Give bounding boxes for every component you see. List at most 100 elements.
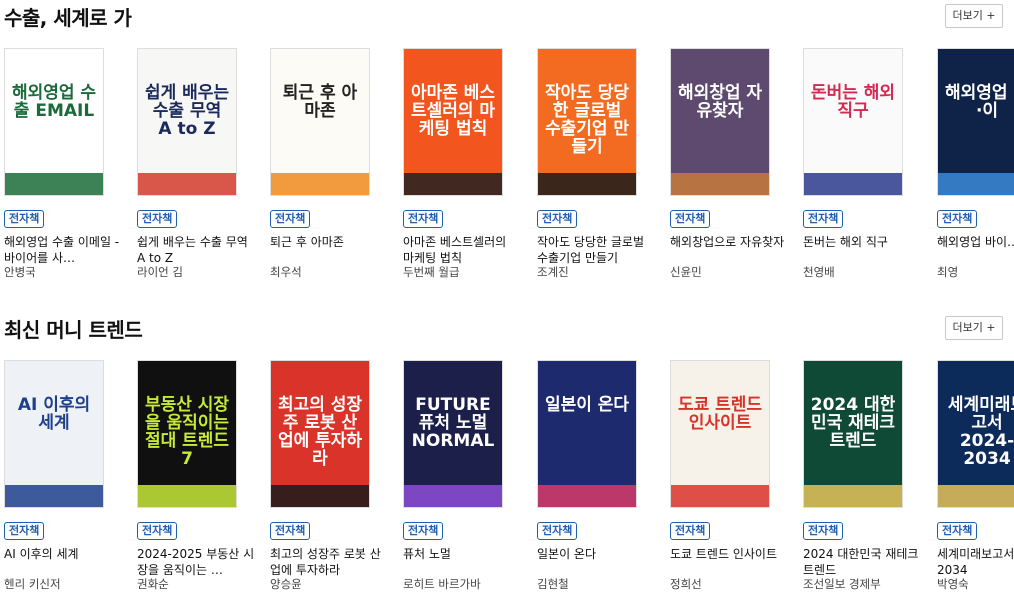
- ebook-badge: 전자책: [4, 210, 45, 228]
- book-author[interactable]: 권화순: [137, 576, 255, 592]
- book-card[interactable]: FUTURE 퓨처 노멀 NORMAL 전자책퓨처 노멀로히트 바르가바: [403, 360, 529, 594]
- book-card[interactable]: 부동산 시장을 움직이는 절대 트렌드 7 전자책 2024-2025 부동산 시장…: [137, 360, 263, 594]
- book-title[interactable]: 작아도 당당한 글로벌 수출기업 만들기: [537, 234, 655, 266]
- book-cover[interactable]: 세계미래보고서 2024-2034: [937, 360, 1014, 508]
- cover-title: 도쿄 트렌드 인사이트: [677, 395, 763, 433]
- book-card[interactable]: 돈버는 해외직구 전자책 돈버는 해외 직구 천영배: [803, 48, 929, 288]
- book-author[interactable]: 조계진: [537, 264, 655, 280]
- book-card[interactable]: 작아도 당당한 글로벌 수출기업 만들기 전자책 작아도 당당한 글로벌 수출기업 …: [537, 48, 663, 288]
- ebook-badge: 전자책: [670, 210, 711, 228]
- ebook-badge: 전자책: [937, 210, 978, 228]
- book-author[interactable]: 조선일보 경제부: [803, 576, 921, 592]
- cover-accent: [938, 485, 1014, 507]
- cover-title: 일본이 온다: [544, 395, 630, 415]
- book-title[interactable]: 도쿄 트렌드 인사이트: [670, 546, 788, 562]
- book-card[interactable]: 2024 대한민국 재테크 트렌드 전자책 2024 대한민국 재테크 트렌드 조선일…: [803, 360, 929, 594]
- cover-title: FUTURE 퓨처 노멀 NORMAL: [411, 395, 495, 451]
- book-card[interactable]: 해외영업 수출 EMAIL 전자책해외영업 수출 이메일 - 바이어를 사… 안병국: [4, 48, 130, 288]
- cover-title: AI 이후의 세계: [17, 395, 91, 433]
- book-title[interactable]: 아마존 베스트셀러의 마케팅 법칙: [403, 234, 521, 266]
- ebook-badge: 전자책: [137, 210, 178, 228]
- cover-accent: [271, 173, 369, 195]
- book-card[interactable]: 도쿄 트렌드 인사이트 전자책 도쿄 트렌드 인사이트 정희선: [670, 360, 796, 594]
- book-carousel: AI 이후의 세계 전자책 AI 이후의 세계 헨리 키신저 부동산 시장을 움직이는 …: [0, 360, 1014, 594]
- book-author[interactable]: 박영숙: [937, 576, 1014, 592]
- book-title[interactable]: 2024-2025 부동산 시장을 움직이는 …: [137, 546, 255, 578]
- more-button[interactable]: 더보기 +: [945, 4, 1003, 28]
- ebook-badge: 전자책: [403, 522, 444, 540]
- book-card[interactable]: 일본이 온다 전자책 일본이 온다 김현철: [537, 360, 663, 594]
- book-author[interactable]: 최영: [937, 264, 1014, 280]
- book-card[interactable]: 최고의 성장주 로봇 산업에 투자하라 전자책 최고의 성장주 로봇 산업에 투자하…: [270, 360, 396, 594]
- book-cover[interactable]: 해외창업 자유찾자: [670, 48, 770, 196]
- cover-accent: [138, 173, 236, 195]
- ebook-badge: 전자책: [270, 210, 311, 228]
- cover-title: 해외영업 바·이: [944, 83, 1014, 121]
- book-author[interactable]: 안병국: [4, 264, 122, 280]
- cover-accent: [804, 173, 902, 195]
- book-card[interactable]: 세계미래보고서 2024-2034전자책세계미래보고서 2024-2034박영숙: [937, 360, 1014, 594]
- book-cover[interactable]: 도쿄 트렌드 인사이트: [670, 360, 770, 508]
- book-cover[interactable]: AI 이후의 세계: [4, 360, 104, 508]
- book-cover[interactable]: 부동산 시장을 움직이는 절대 트렌드 7: [137, 360, 237, 508]
- book-title[interactable]: 해외영업 수출 이메일 - 바이어를 사…: [4, 234, 122, 266]
- ebook-badge: 전자책: [670, 522, 711, 540]
- cover-title: 최고의 성장주 로봇 산업에 투자하라: [277, 395, 363, 469]
- cover-title: 부동산 시장을 움직이는 절대 트렌드 7: [144, 395, 230, 469]
- book-card[interactable]: 퇴근 후 아마존 전자책 퇴근 후 아마존 최우석: [270, 48, 396, 288]
- book-cover[interactable]: FUTURE 퓨처 노멀 NORMAL: [403, 360, 503, 508]
- ebook-badge: 전자책: [4, 522, 45, 540]
- book-card[interactable]: 해외영업 바·이전자책해외영업 바이… 최영: [937, 48, 1014, 288]
- cover-accent: [5, 485, 103, 507]
- book-carousel: 해외영업 수출 EMAIL 전자책해외영업 수출 이메일 - 바이어를 사… 안병국…: [0, 48, 1014, 288]
- cover-accent: [671, 173, 769, 195]
- book-author[interactable]: 두번째 월급: [403, 264, 521, 280]
- book-title[interactable]: 최고의 성장주 로봇 산업에 투자하라: [270, 546, 388, 578]
- book-title[interactable]: 해외창업으로 자유찾자: [670, 234, 788, 250]
- book-cover[interactable]: 최고의 성장주 로봇 산업에 투자하라: [270, 360, 370, 508]
- ebook-badge: 전자책: [937, 522, 978, 540]
- book-card[interactable]: 쉽게 배우는 수출 무역 A to Z 전자책 쉽게 배우는 수출 무역 A to …: [137, 48, 263, 288]
- book-title[interactable]: AI 이후의 세계: [4, 546, 122, 562]
- more-button[interactable]: 더보기 +: [945, 316, 1003, 340]
- book-title[interactable]: 퓨처 노멀: [403, 546, 521, 562]
- book-author[interactable]: 헨리 키신저: [4, 576, 122, 592]
- book-title[interactable]: 퇴근 후 아마존: [270, 234, 388, 250]
- book-title[interactable]: 돈버는 해외 직구: [803, 234, 921, 250]
- cover-accent: [5, 173, 103, 195]
- ebook-badge: 전자책: [537, 522, 578, 540]
- book-cover[interactable]: 아마존 베스트셀러의 마케팅 법칙: [403, 48, 503, 196]
- ebook-badge: 전자책: [537, 210, 578, 228]
- book-cover[interactable]: 퇴근 후 아마존: [270, 48, 370, 196]
- cover-title: 해외창업 자유찾자: [677, 83, 763, 121]
- book-author[interactable]: 양승윤: [270, 576, 388, 592]
- cover-title: 돈버는 해외직구: [810, 83, 896, 121]
- book-title[interactable]: 일본이 온다: [537, 546, 655, 562]
- book-title[interactable]: 해외영업 바이…: [937, 234, 1014, 250]
- book-cover[interactable]: 돈버는 해외직구: [803, 48, 903, 196]
- book-cover[interactable]: 쉽게 배우는 수출 무역 A to Z: [137, 48, 237, 196]
- book-cover[interactable]: 해외영업 바·이: [937, 48, 1014, 196]
- book-author[interactable]: 정희선: [670, 576, 788, 592]
- book-author[interactable]: 로히트 바르가바: [403, 576, 521, 592]
- cover-title: 세계미래보고서 2024-2034: [947, 395, 1014, 469]
- book-cover[interactable]: 해외영업 수출 EMAIL: [4, 48, 104, 196]
- book-title[interactable]: 2024 대한민국 재테크 트렌드: [803, 546, 921, 578]
- book-author[interactable]: 최우석: [270, 264, 388, 280]
- book-cover[interactable]: 2024 대한민국 재테크 트렌드: [803, 360, 903, 508]
- book-cover[interactable]: 일본이 온다: [537, 360, 637, 508]
- book-card[interactable]: 아마존 베스트셀러의 마케팅 법칙 전자책 아마존 베스트셀러의 마케팅 법칙 두번째…: [403, 48, 529, 288]
- book-cover[interactable]: 작아도 당당한 글로벌 수출기업 만들기: [537, 48, 637, 196]
- book-author[interactable]: 김현철: [537, 576, 655, 592]
- book-author[interactable]: 천영배: [803, 264, 921, 280]
- book-title[interactable]: 세계미래보고서 2024-2034: [937, 546, 1014, 578]
- book-title[interactable]: 쉽게 배우는 수출 무역 A to Z: [137, 234, 255, 266]
- cover-title: 작아도 당당한 글로벌 수출기업 만들기: [544, 83, 630, 157]
- cover-accent: [404, 173, 502, 195]
- cover-accent: [804, 485, 902, 507]
- book-card[interactable]: AI 이후의 세계 전자책 AI 이후의 세계 헨리 키신저: [4, 360, 130, 594]
- book-author[interactable]: 신윤민: [670, 264, 788, 280]
- book-author[interactable]: 라이언 김: [137, 264, 255, 280]
- ebook-badge: 전자책: [137, 522, 178, 540]
- book-card[interactable]: 해외창업 자유찾자전자책해외창업으로 자유찾자신윤민: [670, 48, 796, 288]
